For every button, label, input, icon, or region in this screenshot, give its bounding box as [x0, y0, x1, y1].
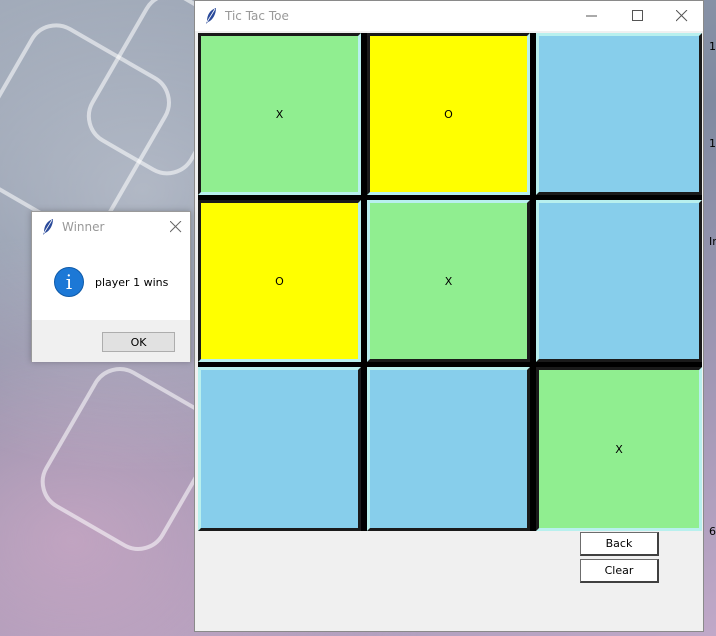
- feather-icon: [41, 218, 55, 240]
- dialog-message: player 1 wins: [95, 276, 169, 289]
- winner-dialog: Winner i player 1 wins OK: [31, 211, 191, 362]
- board-cell[interactable]: X: [536, 367, 702, 531]
- tictactoe-window: Tic Tac Toe X O O X X Back Clear: [194, 0, 704, 632]
- ok-button[interactable]: OK: [102, 332, 175, 352]
- game-board: X O O X X: [198, 33, 702, 531]
- clipped-text: 1: [709, 137, 716, 150]
- window-title: Tic Tac Toe: [225, 9, 289, 23]
- cell-mark: O: [444, 107, 453, 121]
- close-icon: [170, 221, 182, 233]
- cell-mark: X: [275, 107, 284, 121]
- clipped-text: 1: [709, 40, 716, 53]
- window-titlebar[interactable]: Tic Tac Toe: [195, 1, 703, 31]
- board-cell[interactable]: X: [198, 33, 361, 195]
- board-cell[interactable]: [367, 367, 530, 531]
- cell-mark: X: [615, 442, 623, 456]
- info-icon: i: [54, 267, 84, 297]
- dialog-title: Winner: [62, 220, 105, 234]
- cell-mark: O: [275, 274, 284, 288]
- clipped-text: 6: [709, 525, 716, 538]
- board-cell[interactable]: [198, 367, 361, 531]
- back-button[interactable]: Back: [580, 532, 659, 556]
- board-cell[interactable]: [536, 33, 702, 195]
- dialog-footer: OK: [32, 320, 190, 362]
- board-cell[interactable]: O: [367, 33, 530, 195]
- board-cell[interactable]: [536, 200, 702, 362]
- dialog-close-button[interactable]: [165, 216, 187, 238]
- board-cell[interactable]: X: [367, 200, 530, 362]
- close-icon: [676, 10, 688, 22]
- cell-mark: X: [444, 274, 453, 288]
- clipped-text: Ir: [709, 235, 716, 248]
- board-cell[interactable]: O: [198, 200, 361, 362]
- minimize-button[interactable]: [569, 1, 615, 31]
- feather-icon: [204, 7, 218, 25]
- maximize-icon: [632, 10, 643, 21]
- clear-button[interactable]: Clear: [580, 559, 659, 583]
- minimize-icon: [586, 15, 597, 17]
- maximize-button[interactable]: [615, 1, 661, 31]
- close-button[interactable]: [659, 1, 705, 31]
